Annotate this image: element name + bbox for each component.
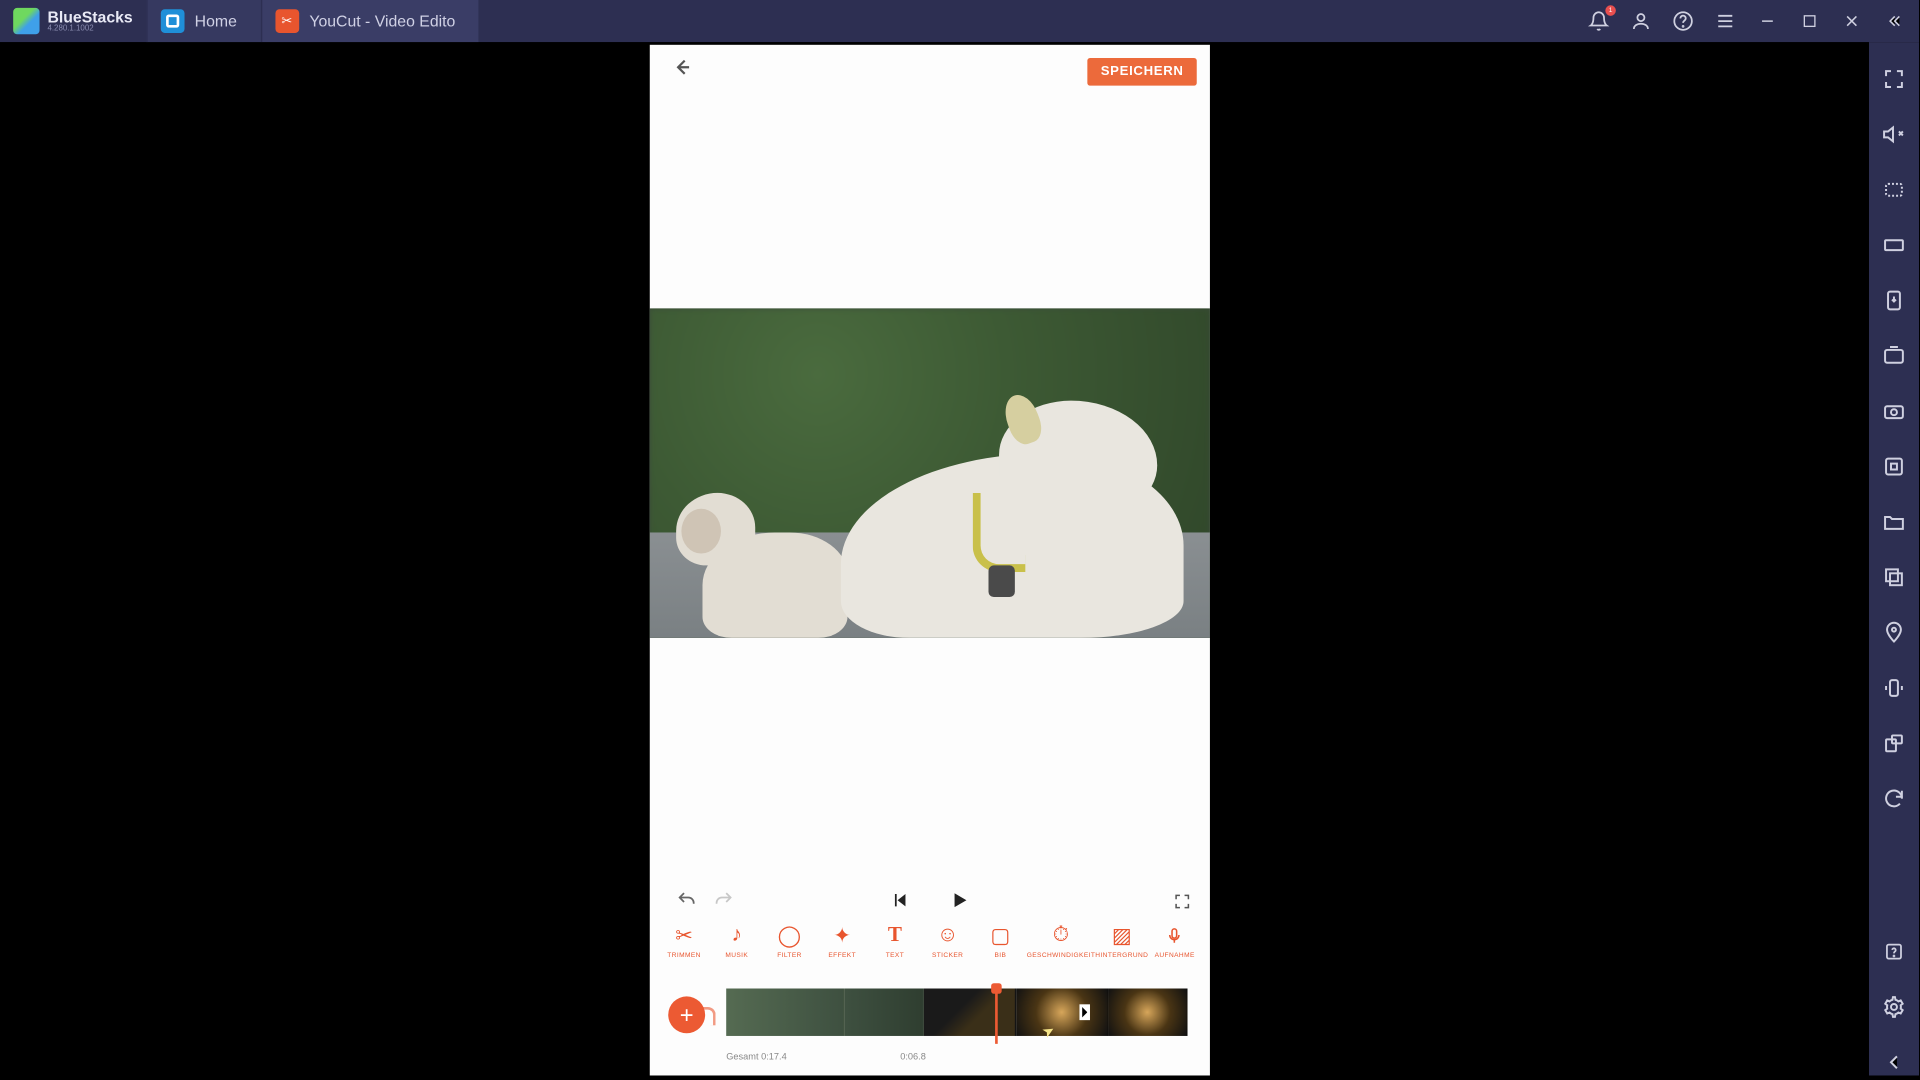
redo-button[interactable] — [705, 889, 742, 917]
background-icon: ▨ — [1109, 923, 1135, 949]
timeline-playhead[interactable] — [995, 988, 998, 1043]
music-icon: ♪ — [724, 923, 750, 949]
keyboard-icon[interactable] — [1881, 232, 1907, 258]
tool-trimmen[interactable]: ✂TRIMMEN — [658, 923, 711, 960]
location-icon[interactable] — [1881, 619, 1907, 645]
pip-icon: ▢ — [987, 923, 1013, 949]
platform-name: BlueStacks — [47, 9, 132, 25]
maximize-icon[interactable] — [1798, 9, 1822, 33]
timeline-clip[interactable] — [726, 988, 845, 1035]
bluestacks-logo-icon — [13, 8, 39, 34]
youcut-app-icon — [275, 9, 299, 33]
timeline-clip[interactable] — [924, 988, 1016, 1035]
preview-subject-sheep — [788, 374, 1183, 638]
youcut-app-window: SPEICHERN — [650, 45, 1210, 1076]
record-icon — [1162, 923, 1188, 949]
emulator-stage: SPEICHERN — [0, 42, 1869, 1075]
bluestacks-logo-block: BlueStacks 4.280.1.1002 — [0, 8, 146, 34]
tool-sticker[interactable]: ☺STICKER — [921, 923, 974, 960]
scissors-icon: ✂ — [671, 923, 697, 949]
save-button[interactable]: SPEICHERN — [1088, 57, 1197, 85]
filter-icon: ◯ — [776, 923, 802, 949]
tool-hintergrund[interactable]: ▨HINTERGRUND — [1095, 923, 1148, 960]
timeline-clip[interactable] — [845, 988, 924, 1035]
account-icon[interactable] — [1629, 9, 1653, 33]
collapse-sidebar-icon[interactable] — [1882, 9, 1906, 33]
multi-instance-icon[interactable] — [1881, 564, 1907, 590]
back-button[interactable] — [663, 49, 700, 94]
timeline[interactable]: + ➤ 0:06.8 Gesamt 0:17.4 — [650, 981, 1210, 1063]
sync-icon[interactable] — [1881, 786, 1907, 812]
tool-filter[interactable]: ◯FILTER — [763, 923, 816, 960]
tool-effekt[interactable]: ✦EFFEKT — [816, 923, 869, 960]
keymap-icon[interactable] — [1881, 177, 1907, 203]
install-apk-icon[interactable] — [1881, 287, 1907, 313]
shake-icon[interactable] — [1881, 675, 1907, 701]
prev-frame-button[interactable] — [889, 889, 910, 917]
screenshot-icon[interactable] — [1881, 343, 1907, 369]
tool-geschwindigkeit[interactable]: ⏱GESCHWINDIGKEIT — [1027, 923, 1096, 960]
bluestacks-right-toolbar — [1869, 42, 1919, 1075]
text-icon: T — [882, 923, 908, 949]
hamburger-menu-icon[interactable] — [1713, 9, 1737, 33]
add-clip-button[interactable]: + — [668, 996, 705, 1033]
bluestacks-titlebar: BlueStacks 4.280.1.1002 Home YouCut - Vi… — [0, 0, 1919, 42]
tool-aufnahme[interactable]: AUFNAHME — [1148, 923, 1201, 960]
editor-toolbar: ✂TRIMMEN ♪MUSIK ◯FILTER ✦EFFEKT TTEXT ☺S… — [650, 923, 1210, 976]
transition-marker-icon[interactable] — [1079, 1004, 1090, 1020]
tab-youcut-label: YouCut - Video Edito — [309, 12, 455, 30]
timeline-clips[interactable]: ➤ — [726, 988, 1210, 1035]
macro-icon[interactable] — [1881, 453, 1907, 479]
play-button[interactable] — [947, 888, 971, 918]
timeline-clip[interactable] — [1108, 988, 1187, 1035]
video-preview[interactable] — [650, 308, 1210, 638]
android-back-icon[interactable] — [1881, 1049, 1907, 1075]
effect-icon: ✦ — [829, 923, 855, 949]
platform-version: 4.280.1.1002 — [47, 25, 132, 33]
notification-badge: 1 — [1605, 5, 1616, 16]
volume-mute-icon[interactable] — [1881, 121, 1907, 147]
undo-button[interactable] — [668, 889, 705, 917]
tool-bib[interactable]: ▢BIB — [974, 923, 1027, 960]
close-window-icon[interactable] — [1840, 9, 1864, 33]
youcut-header: SPEICHERN — [650, 45, 1210, 98]
help-small-icon[interactable] — [1881, 938, 1907, 964]
titlebar-controls: 1 — [1587, 9, 1919, 33]
timeline-current-time: 0:06.8 — [900, 1053, 926, 1062]
tab-youcut[interactable]: YouCut - Video Edito — [261, 0, 479, 42]
tool-lautst[interactable]: 🔊LAUTST — [1201, 923, 1210, 960]
timeline-total-time: Gesamt 0:17.4 — [726, 1053, 787, 1062]
sticker-icon: ☺ — [934, 923, 960, 949]
timeline-timecodes: 0:06.8 Gesamt 0:17.4 — [726, 1053, 1199, 1062]
camera-icon[interactable] — [1881, 398, 1907, 424]
tab-home[interactable]: Home — [146, 0, 261, 42]
settings-icon[interactable] — [1881, 994, 1907, 1020]
tool-musik[interactable]: ♪MUSIK — [710, 923, 763, 960]
tab-home-label: Home — [195, 12, 237, 30]
fullscreen-preview-button[interactable] — [1173, 892, 1191, 914]
notifications-icon[interactable]: 1 — [1587, 9, 1611, 33]
timeline-clip[interactable] — [1016, 988, 1108, 1035]
playback-row — [650, 883, 1210, 923]
fullscreen-icon[interactable] — [1881, 66, 1907, 92]
tool-text[interactable]: TTEXT — [869, 923, 922, 960]
help-icon[interactable] — [1671, 9, 1695, 33]
media-folder-icon[interactable] — [1881, 509, 1907, 535]
rotate-icon[interactable] — [1881, 730, 1907, 756]
home-icon — [160, 9, 184, 33]
minimize-icon[interactable] — [1756, 9, 1780, 33]
speed-icon: ⏱ — [1048, 923, 1074, 949]
